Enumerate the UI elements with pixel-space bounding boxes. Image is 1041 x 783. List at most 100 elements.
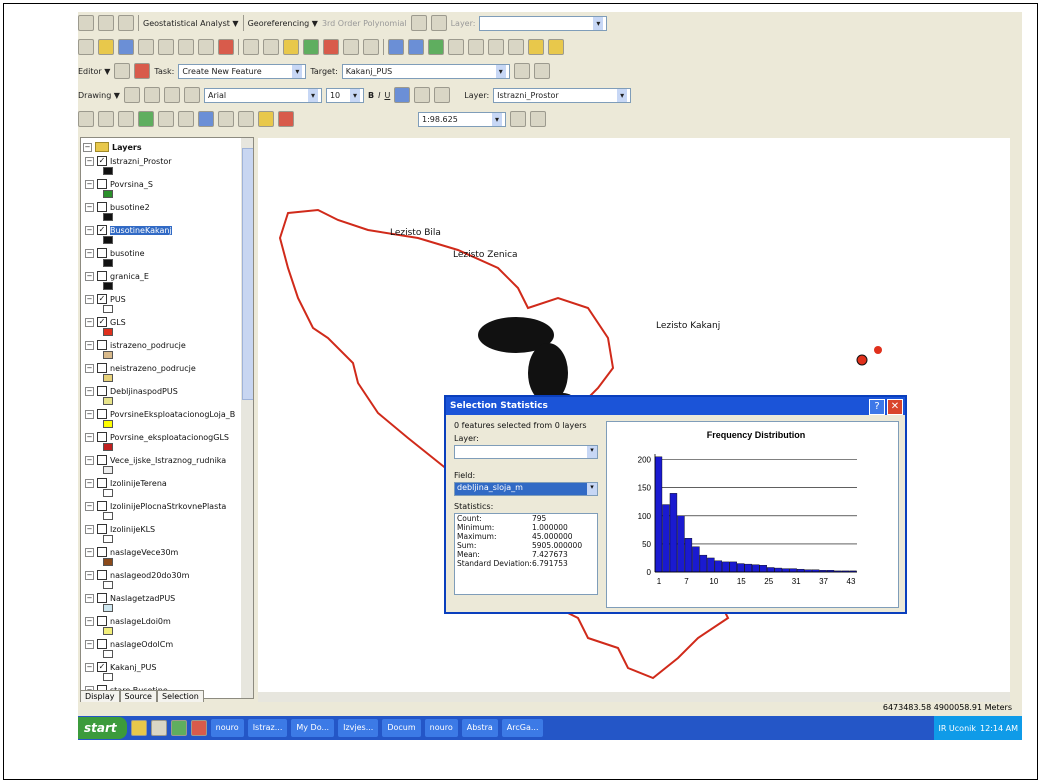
target-combo[interactable]: Kakanj_PUS ▾: [341, 63, 510, 79]
scale-combo[interactable]: 1:98.625 ▾: [418, 111, 506, 127]
toc-scrollbar[interactable]: [241, 138, 253, 698]
font-color-icon[interactable]: [394, 87, 411, 103]
layer-visibility-checkbox[interactable]: [97, 547, 107, 557]
layer-visibility-checkbox[interactable]: [97, 478, 107, 488]
toc-layer-row[interactable]: − NaslagetzadPUS: [85, 593, 175, 603]
select-features-icon[interactable]: [278, 111, 294, 127]
toc-layer-name[interactable]: neistrazeno_podrucje: [110, 364, 196, 373]
cut-icon[interactable]: [158, 39, 174, 55]
tool-icon-6[interactable]: [488, 39, 504, 55]
tool-icon-9[interactable]: [548, 39, 564, 55]
print-icon[interactable]: [138, 39, 154, 55]
toc-layer-row[interactable]: − naslageLdoi0m: [85, 616, 171, 626]
toc-layer-name[interactable]: naslageod20do30m: [110, 571, 189, 580]
quicklaunch-icon-2[interactable]: [150, 720, 167, 736]
tool-icon-7[interactable]: [508, 39, 524, 55]
toc-layer-name[interactable]: busotine: [110, 249, 145, 258]
toc-layer-row[interactable]: − ✓ PUS: [85, 294, 126, 304]
taskbar-button[interactable]: My Do...: [291, 719, 335, 737]
layer-visibility-checkbox[interactable]: ✓: [97, 662, 107, 672]
layer-visibility-checkbox[interactable]: [97, 455, 107, 465]
line-color-icon[interactable]: [434, 87, 451, 103]
drawing-layer-combo[interactable]: Istrazni_Prostor ▾: [493, 87, 632, 103]
expand-toggle[interactable]: −: [85, 501, 94, 511]
back-icon[interactable]: [158, 111, 174, 127]
font-combo[interactable]: Arial ▾: [203, 87, 322, 103]
text-icon[interactable]: [183, 87, 200, 103]
layer-visibility-checkbox[interactable]: [97, 593, 107, 603]
sketch-tool-icon[interactable]: [134, 63, 151, 79]
layer-visibility-checkbox[interactable]: [97, 271, 107, 281]
layer-visibility-checkbox[interactable]: [97, 409, 107, 419]
toc-layer-name[interactable]: Istrazni_Prostor: [110, 157, 172, 166]
quicklaunch-icon-3[interactable]: [170, 720, 187, 736]
toc-layer-name[interactable]: PovrsineEksploatacionogLoja_B: [110, 410, 235, 419]
rectangle-icon[interactable]: [163, 87, 180, 103]
layer-visibility-checkbox[interactable]: [97, 524, 107, 534]
expand-toggle[interactable]: −: [85, 409, 94, 419]
pan-icon[interactable]: [118, 111, 134, 127]
undo-icon[interactable]: [243, 39, 259, 55]
expand-toggle[interactable]: −: [85, 432, 94, 442]
toc-layer-row[interactable]: − ✓ GLS: [85, 317, 126, 327]
link-icon[interactable]: [410, 15, 427, 31]
layer-visibility-checkbox[interactable]: [97, 340, 107, 350]
save-icon[interactable]: [118, 39, 134, 55]
delete-icon[interactable]: [218, 39, 234, 55]
expand-toggle[interactable]: −: [85, 455, 94, 465]
toc-layer-name[interactable]: IzolinijeTerena: [110, 479, 167, 488]
zoom-in-icon[interactable]: [78, 111, 94, 127]
identify-icon[interactable]: [198, 111, 214, 127]
taskbar-button[interactable]: nouro: [424, 719, 458, 737]
tool-icon-8[interactable]: [528, 39, 544, 55]
tool-icon-2[interactable]: [408, 39, 424, 55]
toc-layer-name[interactable]: BusotineKakanj: [110, 225, 172, 235]
toc-layer-row[interactable]: − busotine2: [85, 202, 150, 212]
table-icon[interactable]: [118, 15, 134, 31]
expand-toggle[interactable]: −: [85, 271, 94, 281]
grid-icon[interactable]: [98, 15, 114, 31]
pointer-icon[interactable]: [510, 111, 526, 127]
toc-layer-name[interactable]: NaslagetzadPUS: [110, 594, 175, 603]
expand-toggle[interactable]: −: [85, 340, 94, 350]
geostat-menu[interactable]: Geostatistical Analyst ▼: [143, 19, 239, 28]
zoom-icon[interactable]: [78, 15, 94, 31]
toc-layer-name[interactable]: Vece_ijske_Istraznog_rudnika: [110, 456, 226, 465]
toc-layer-row[interactable]: − PovrsineEksploatacionogLoja_B: [85, 409, 235, 419]
redo-icon[interactable]: [263, 39, 279, 55]
toc-layer-name[interactable]: naslageVece30m: [110, 548, 178, 557]
toc-layer-name[interactable]: PUS: [110, 295, 126, 304]
expand-toggle[interactable]: −: [85, 478, 94, 488]
layer-visibility-checkbox[interactable]: ✓: [97, 225, 107, 235]
taskbar-button[interactable]: Izvjes...: [338, 719, 379, 737]
toc-layer-row[interactable]: − ✓ BusotineKakanj: [85, 225, 172, 235]
taskbar-button[interactable]: Istraz...: [247, 719, 288, 737]
attributes-icon[interactable]: [513, 63, 530, 79]
sketch-props-icon[interactable]: [533, 63, 550, 79]
toc-layer-name[interactable]: busotine2: [110, 203, 150, 212]
layer-visibility-checkbox[interactable]: [97, 639, 107, 649]
toc-layer-row[interactable]: − Povrsina_S: [85, 179, 153, 189]
quicklaunch-icon-1[interactable]: [130, 720, 147, 736]
help-icon[interactable]: [363, 39, 379, 55]
expand-toggle[interactable]: −: [85, 547, 94, 557]
measure-icon[interactable]: [238, 111, 254, 127]
fill-color-icon[interactable]: [414, 87, 431, 103]
toc-root[interactable]: − Layers: [83, 142, 142, 152]
expand-toggle[interactable]: −: [85, 616, 94, 626]
toc-layer-name[interactable]: GLS: [110, 318, 126, 327]
tool-icon-3[interactable]: [428, 39, 444, 55]
expand-toggle[interactable]: −: [85, 593, 94, 603]
layer-props-icon[interactable]: [530, 111, 546, 127]
taskbar-button[interactable]: Abstra: [461, 719, 498, 737]
tool-icon-5[interactable]: [468, 39, 484, 55]
layer-select[interactable]: ▾: [454, 445, 598, 459]
bold-button[interactable]: B: [368, 91, 374, 100]
field-select[interactable]: debljina_sloja_m ▾: [454, 482, 598, 496]
toc-layer-row[interactable]: − neistrazeno_podrucje: [85, 363, 196, 373]
quicklaunch-icon-4[interactable]: [190, 720, 207, 736]
italic-button[interactable]: I: [378, 91, 380, 100]
layer-visibility-checkbox[interactable]: [97, 616, 107, 626]
toc-layer-row[interactable]: − busotine: [85, 248, 145, 258]
taskbar-button[interactable]: ArcGa...: [501, 719, 544, 737]
